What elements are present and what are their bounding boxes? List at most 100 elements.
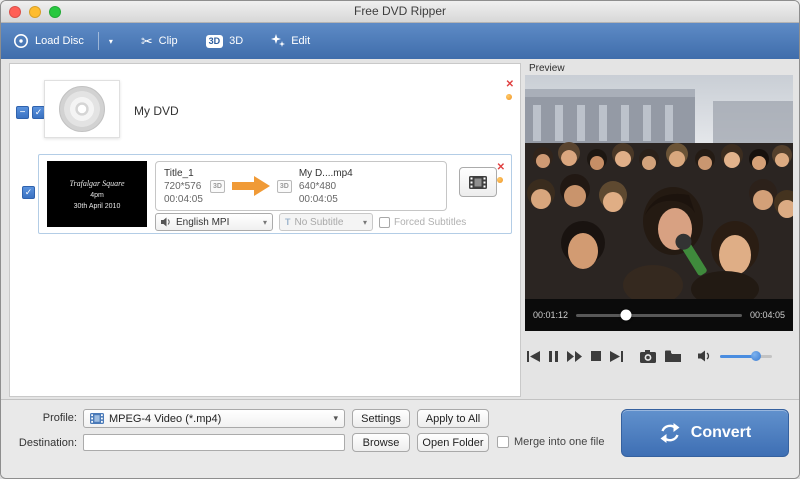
convert-button[interactable]: Convert xyxy=(621,409,789,457)
preview-video: 00:01:12 00:04:05 xyxy=(525,75,793,331)
browse-button[interactable]: Browse xyxy=(352,433,410,452)
load-disc-button[interactable]: Load Disc ▾ xyxy=(13,32,113,50)
preview-panel-label: Preview xyxy=(529,63,565,74)
open-snapshot-folder-button[interactable] xyxy=(665,350,681,362)
next-button[interactable] xyxy=(610,351,623,362)
source-3d-toggle-icon[interactable]: 3D xyxy=(210,180,225,193)
window-title: Free DVD Ripper xyxy=(1,1,799,22)
3d-button[interactable]: 3D 3D xyxy=(206,35,244,48)
title-checkbox[interactable]: ✓ xyxy=(22,186,35,199)
seek-bar[interactable] xyxy=(576,314,742,317)
source-duration: 00:04:05 xyxy=(164,193,203,206)
merge-checkbox[interactable] xyxy=(497,436,509,448)
chevron-down-icon: ▾ xyxy=(363,218,367,227)
target-filename: My D....mp4 xyxy=(299,167,353,180)
apply-to-all-button[interactable]: Apply to All xyxy=(417,409,489,428)
volume-icon[interactable] xyxy=(698,350,711,362)
fast-forward-button[interactable] xyxy=(567,351,582,362)
profile-value: MPEG-4 Video (*.mp4) xyxy=(109,413,221,425)
title-settings-button[interactable] xyxy=(459,167,497,197)
clip-button[interactable]: ✂ Clip xyxy=(141,34,178,48)
snapshot-button[interactable] xyxy=(640,350,656,363)
video-frame-image xyxy=(525,75,793,299)
source-title: Title_1 xyxy=(164,167,203,180)
stop-button[interactable] xyxy=(591,351,601,361)
speaker-icon xyxy=(161,217,172,227)
previous-button[interactable] xyxy=(527,351,540,362)
target-resolution: 640*480 xyxy=(299,180,353,193)
subtitle-value: No Subtitle xyxy=(295,217,344,228)
chevron-down-icon: ▾ xyxy=(263,218,267,227)
convert-sync-icon xyxy=(659,423,681,443)
title-marker-icon xyxy=(497,177,503,183)
merge-label: Merge into one file xyxy=(514,436,605,448)
convert-arrow-icon xyxy=(232,176,270,196)
collapse-button[interactable]: − xyxy=(16,106,29,119)
open-folder-button[interactable]: Open Folder xyxy=(417,433,489,452)
source-list: − ✓ My DVD ✕ ✓ Trafalgar Square 4pm 30th… xyxy=(9,63,521,397)
seek-thumb[interactable] xyxy=(620,310,631,321)
dvd-marker-icon xyxy=(506,94,512,100)
profile-select[interactable]: MPEG-4 Video (*.mp4) ▾ xyxy=(83,409,345,428)
forced-subtitles-option: Forced Subtitles xyxy=(379,217,466,228)
source-info: Title_1 720*576 00:04:05 xyxy=(164,167,203,206)
audio-track-value: English MPI xyxy=(176,217,229,228)
chevron-down-icon: ▾ xyxy=(333,413,338,424)
title-row[interactable]: Trafalgar Square 4pm 30th April 2010 Tit… xyxy=(38,154,512,234)
volume-thumb[interactable] xyxy=(751,351,761,361)
thumb-caption-line2: 4pm xyxy=(90,192,104,199)
pause-button[interactable] xyxy=(549,351,558,362)
volume-slider[interactable] xyxy=(720,355,772,358)
target-info: My D....mp4 640*480 00:04:05 xyxy=(299,167,353,206)
forced-subtitles-label: Forced Subtitles xyxy=(394,217,466,228)
3d-icon: 3D xyxy=(206,35,224,48)
clip-label: Clip xyxy=(159,35,178,47)
conversion-info-box: Title_1 720*576 00:04:05 3D 3D My D....m… xyxy=(155,161,447,211)
total-time: 00:04:05 xyxy=(750,310,785,320)
destination-input[interactable] xyxy=(83,434,345,451)
current-time: 00:01:12 xyxy=(533,310,568,320)
disc-icon xyxy=(13,33,29,49)
source-resolution: 720*576 xyxy=(164,180,203,193)
3d-label: 3D xyxy=(229,35,243,47)
output-settings-bar: Profile: MPEG-4 Video (*.mp4) ▾ Settings… xyxy=(1,399,799,479)
target-3d-toggle-icon[interactable]: 3D xyxy=(277,180,292,193)
convert-label: Convert xyxy=(691,424,751,442)
zoom-window-button[interactable] xyxy=(49,6,61,18)
edit-wand-icon xyxy=(271,34,285,48)
title-thumbnail: Trafalgar Square 4pm 30th April 2010 xyxy=(47,161,147,227)
profile-label: Profile: xyxy=(1,412,77,424)
edit-button[interactable]: Edit xyxy=(271,34,310,48)
cd-disc-icon xyxy=(59,86,105,132)
load-disc-label: Load Disc xyxy=(35,35,84,47)
remove-title-button[interactable]: ✕ xyxy=(497,163,505,173)
target-duration: 00:04:05 xyxy=(299,193,353,206)
track-options-row: English MPI ▾ T No Subtitle ▾ Forced Sub… xyxy=(155,213,466,231)
destination-label: Destination: xyxy=(1,437,77,449)
minimize-window-button[interactable] xyxy=(29,6,41,18)
audio-track-select[interactable]: English MPI ▾ xyxy=(155,213,273,231)
transport-controls xyxy=(527,343,793,369)
thumb-caption-line3: 30th April 2010 xyxy=(74,203,121,210)
titlebar: Free DVD Ripper xyxy=(1,1,799,23)
playback-time-bar: 00:01:12 00:04:05 xyxy=(525,299,793,331)
chevron-down-icon[interactable]: ▾ xyxy=(109,37,113,46)
merge-option: Merge into one file xyxy=(497,436,605,448)
subtitle-select[interactable]: T No Subtitle ▾ xyxy=(279,213,373,231)
remove-dvd-button[interactable]: ✕ xyxy=(506,80,514,90)
app-window: Free DVD Ripper Load Disc ▾ ✂ Clip 3D 3D… xyxy=(0,0,800,479)
traffic-lights xyxy=(9,6,61,18)
scissors-icon: ✂ xyxy=(141,34,153,48)
settings-button[interactable]: Settings xyxy=(352,409,410,428)
dvd-thumbnail xyxy=(44,80,120,138)
divider xyxy=(98,32,99,50)
dvd-title: My DVD xyxy=(134,104,179,118)
thumb-caption-line1: Trafalgar Square xyxy=(69,179,124,188)
subtitle-t-icon: T xyxy=(285,217,291,227)
profile-format-icon xyxy=(90,413,104,424)
forced-subtitles-checkbox[interactable] xyxy=(379,217,390,228)
edit-label: Edit xyxy=(291,35,310,47)
close-window-button[interactable] xyxy=(9,6,21,18)
film-strip-icon xyxy=(469,176,487,189)
toolbar: Load Disc ▾ ✂ Clip 3D 3D Edit xyxy=(1,23,799,59)
